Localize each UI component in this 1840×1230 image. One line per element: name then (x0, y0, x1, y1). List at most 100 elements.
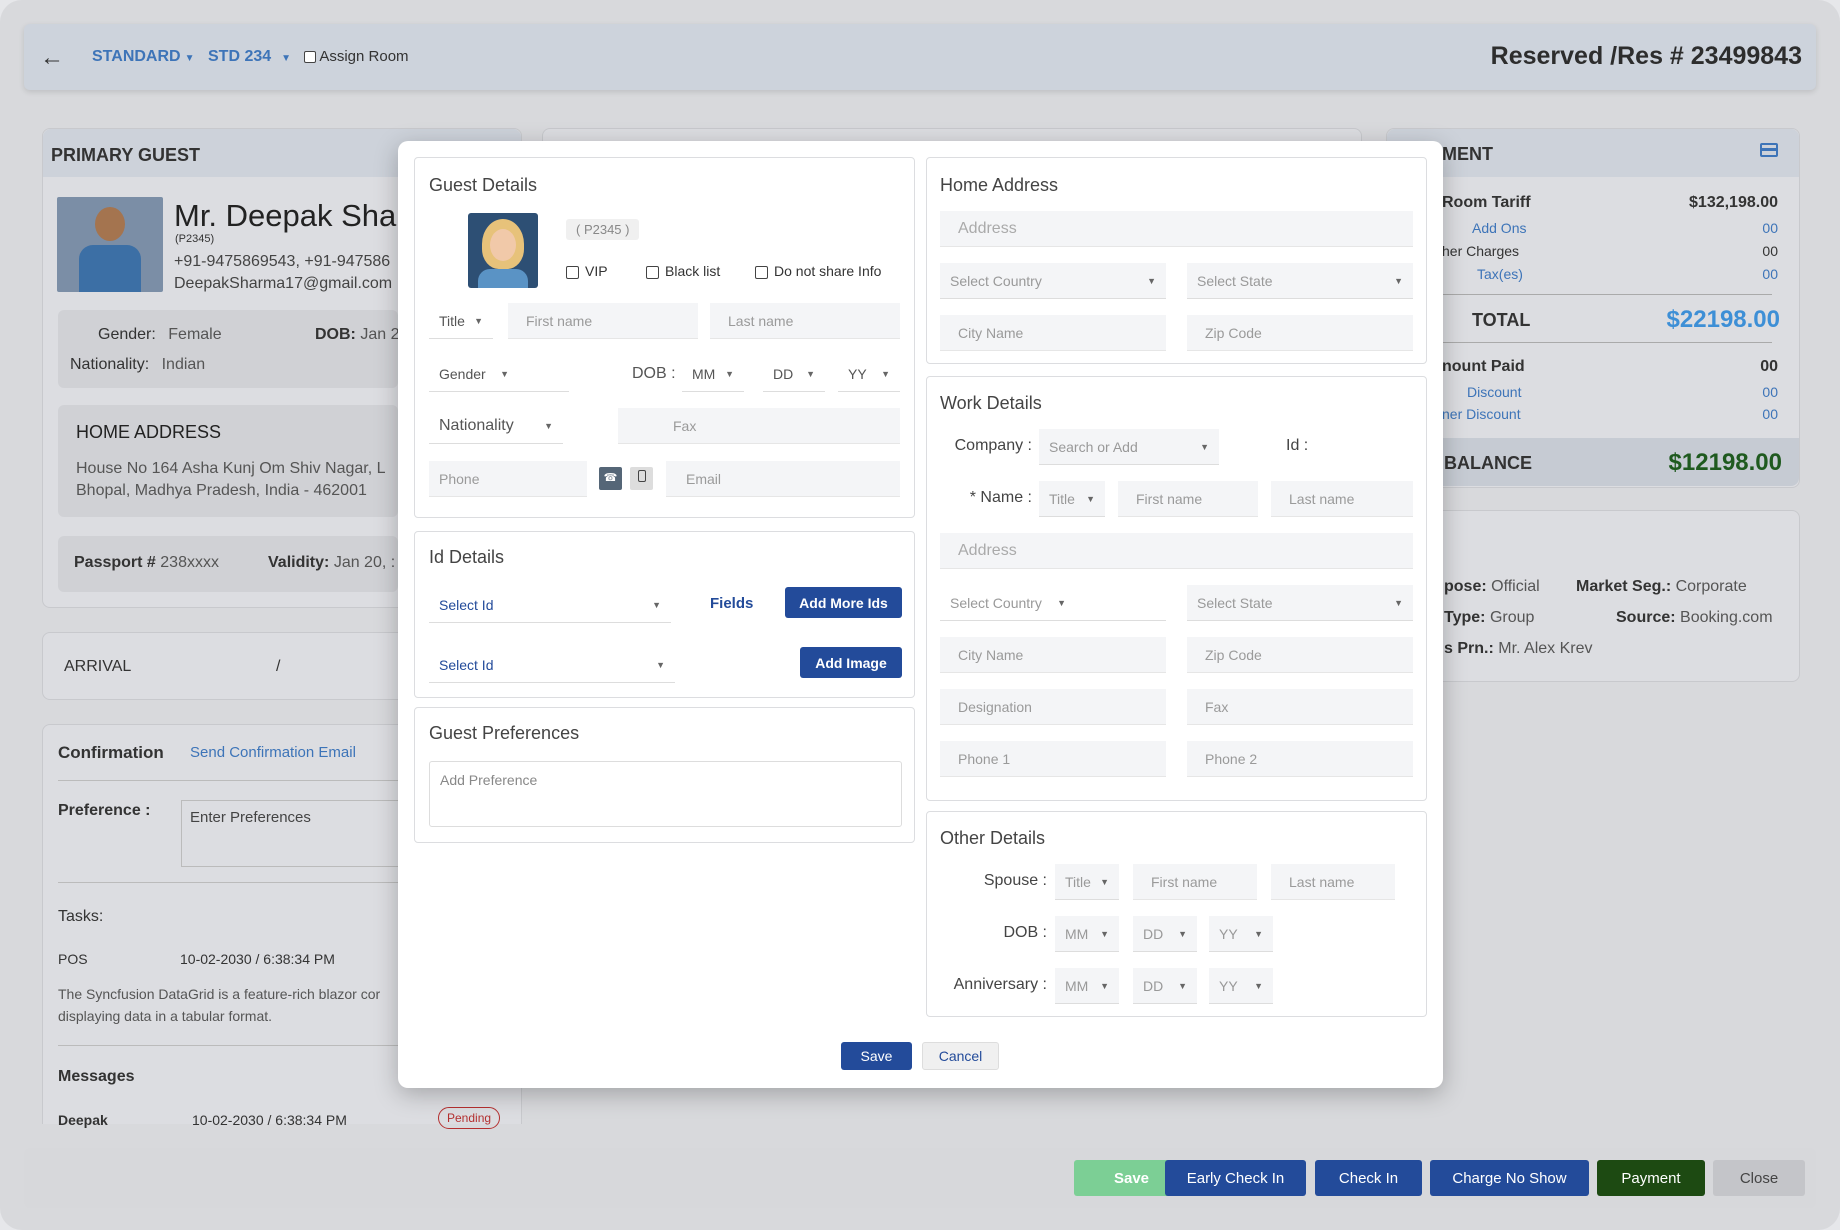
spouse-first-name-input[interactable]: First name (1133, 864, 1257, 900)
taxes-value: 00 (1762, 266, 1778, 282)
work-state-select[interactable]: Select State ▼ (1187, 585, 1413, 621)
home-address-input[interactable]: Address (940, 211, 1413, 247)
work-city-input[interactable]: City Name (940, 637, 1166, 673)
other-dob-month-select[interactable]: MM ▼ (1055, 916, 1119, 952)
email-input[interactable]: Email (666, 461, 900, 497)
divider (58, 882, 398, 883)
assign-room-checkbox[interactable]: Assign Room (304, 48, 409, 65)
chevron-down-icon: ▼ (184, 53, 195, 64)
card-icon[interactable] (1760, 143, 1778, 157)
anniversary-year-select[interactable]: YY ▼ (1209, 968, 1273, 1004)
early-check-in-button[interactable]: Early Check In (1165, 1160, 1306, 1196)
other-charges-value: 00 (1762, 243, 1778, 259)
last-name-input[interactable]: Last name (710, 303, 900, 339)
caret-down-icon: ▼ (725, 368, 734, 379)
preference-input[interactable]: Enter Preferences (181, 800, 401, 867)
fax-input[interactable]: Fax (618, 408, 900, 444)
taxes-link[interactable]: Tax(es) (1477, 266, 1523, 282)
arrival-label: ARRIVAL (64, 658, 132, 675)
caret-down-icon: ▼ (1147, 275, 1156, 286)
app-window: ← STANDARD ▼ STD 234 ▼ Assign Room Reserve… (0, 0, 1840, 1230)
home-city-input[interactable]: City Name (940, 315, 1166, 351)
spouse-title-select[interactable]: Title ▼ (1055, 864, 1119, 900)
guest-photo[interactable] (468, 213, 538, 288)
add-ons-link[interactable]: Add Ons (1472, 220, 1526, 236)
select-id-dropdown-1[interactable]: Select Id ▼ (429, 587, 671, 623)
back-arrow-icon[interactable]: ← (40, 44, 64, 72)
phone-input[interactable]: Phone (429, 461, 587, 497)
anniversary-day-select[interactable]: DD ▼ (1133, 968, 1197, 1004)
add-preference-input[interactable]: Add Preference (429, 761, 902, 827)
dob-year-select[interactable]: YY ▼ (838, 356, 900, 392)
address-line-2: Bhopal, Madhya Pradesh, India - 462001 (76, 482, 367, 499)
task-name: POS (58, 951, 88, 967)
caret-down-icon: ▼ (1394, 275, 1403, 286)
other-dob-day-select[interactable]: DD ▼ (1133, 916, 1197, 952)
divider (1442, 294, 1772, 295)
company-select[interactable]: Search or Add ▼ (1039, 429, 1219, 465)
passport-field: Passport # 238xxxx (74, 554, 219, 571)
title-select[interactable]: Title ▼ (429, 303, 493, 339)
work-last-name-input[interactable]: Last name (1271, 481, 1413, 517)
modal-save-button[interactable]: Save (841, 1042, 912, 1070)
fields-link[interactable]: Fields (710, 595, 753, 612)
other-discount-link[interactable]: ner Discount (1442, 406, 1521, 422)
room-number-dropdown[interactable]: STD 234 ▼ (208, 48, 291, 66)
close-button[interactable]: Close (1713, 1160, 1805, 1196)
charge-no-show-button[interactable]: Charge No Show (1430, 1160, 1589, 1196)
phone1-input[interactable]: Phone 1 (940, 741, 1166, 777)
home-state-select[interactable]: Select State ▼ (1187, 263, 1413, 299)
phone2-input[interactable]: Phone 2 (1187, 741, 1413, 777)
total-value: $22198.00 (1666, 306, 1780, 333)
work-first-name-input[interactable]: First name (1118, 481, 1258, 517)
check-in-button[interactable]: Check In (1315, 1160, 1422, 1196)
anniversary-month-select[interactable]: MM ▼ (1055, 968, 1119, 1004)
add-ons-value: 00 (1762, 220, 1778, 236)
work-country-select[interactable]: Select Country ▼ (940, 585, 1166, 621)
divider (1442, 342, 1772, 343)
nationality-select[interactable]: Nationality ▼ (429, 408, 563, 444)
purpose-field: pose: Official (1444, 578, 1540, 595)
other-charges-label: her Charges (1442, 243, 1520, 259)
home-zip-input[interactable]: Zip Code (1187, 315, 1413, 351)
work-zip-input[interactable]: Zip Code (1187, 637, 1413, 673)
work-details-title: Work Details (940, 393, 1042, 413)
work-fax-input[interactable]: Fax (1187, 689, 1413, 725)
room-tariff-label: Room Tariff (1442, 194, 1531, 211)
no-share-checkbox[interactable]: Do not share Info (755, 263, 881, 279)
dob-month-select[interactable]: MM ▼ (682, 356, 744, 392)
task-description-1: The Syncfusion DataGrid is a feature-ric… (58, 986, 381, 1002)
send-confirmation-link[interactable]: Send Confirmation Email (190, 744, 356, 761)
gender-select[interactable]: Gender ▼ (429, 356, 569, 392)
room-type-dropdown[interactable]: STANDARD ▼ (92, 48, 195, 66)
select-id-dropdown-2[interactable]: Select Id ▼ (429, 647, 675, 683)
task-time: 10-02-2030 / 6:38:34 PM (180, 951, 335, 967)
modal-cancel-button[interactable]: Cancel (922, 1042, 999, 1070)
amount-paid-value: 00 (1760, 358, 1778, 375)
guest-phones: +91-9475869543, +91-947586 (174, 253, 391, 270)
home-address-title: HOME ADDRESS (76, 422, 222, 442)
home-country-select[interactable]: Select Country ▼ (940, 263, 1166, 299)
payment-button[interactable]: Payment (1597, 1160, 1705, 1196)
mobile-icon[interactable] (630, 467, 653, 490)
designation-input[interactable]: Designation (940, 689, 1166, 725)
caret-down-icon: ▼ (1086, 493, 1095, 504)
work-address-input[interactable]: Address (940, 533, 1413, 569)
total-label: TOTAL (1472, 310, 1531, 330)
other-dob-year-select[interactable]: YY ▼ (1209, 916, 1273, 952)
phone-icon[interactable]: ☎ (599, 467, 622, 490)
guest-avatar (57, 197, 163, 292)
caret-down-icon: ▼ (544, 420, 553, 431)
first-name-input[interactable]: First name (508, 303, 698, 339)
dob-day-select[interactable]: DD ▼ (763, 356, 825, 392)
add-image-button[interactable]: Add Image (800, 647, 902, 678)
discount-link[interactable]: Discount (1467, 384, 1521, 400)
work-title-select[interactable]: Title ▼ (1039, 481, 1105, 517)
home-address-title: Home Address (940, 175, 1059, 195)
blacklist-checkbox[interactable]: Black list (646, 263, 720, 279)
message-time: 10-02-2030 / 6:38:34 PM (192, 1112, 347, 1128)
vip-checkbox[interactable]: VIP (566, 263, 608, 279)
caret-down-icon: ▼ (1057, 597, 1066, 608)
add-more-ids-button[interactable]: Add More Ids (785, 587, 902, 618)
spouse-last-name-input[interactable]: Last name (1271, 864, 1395, 900)
